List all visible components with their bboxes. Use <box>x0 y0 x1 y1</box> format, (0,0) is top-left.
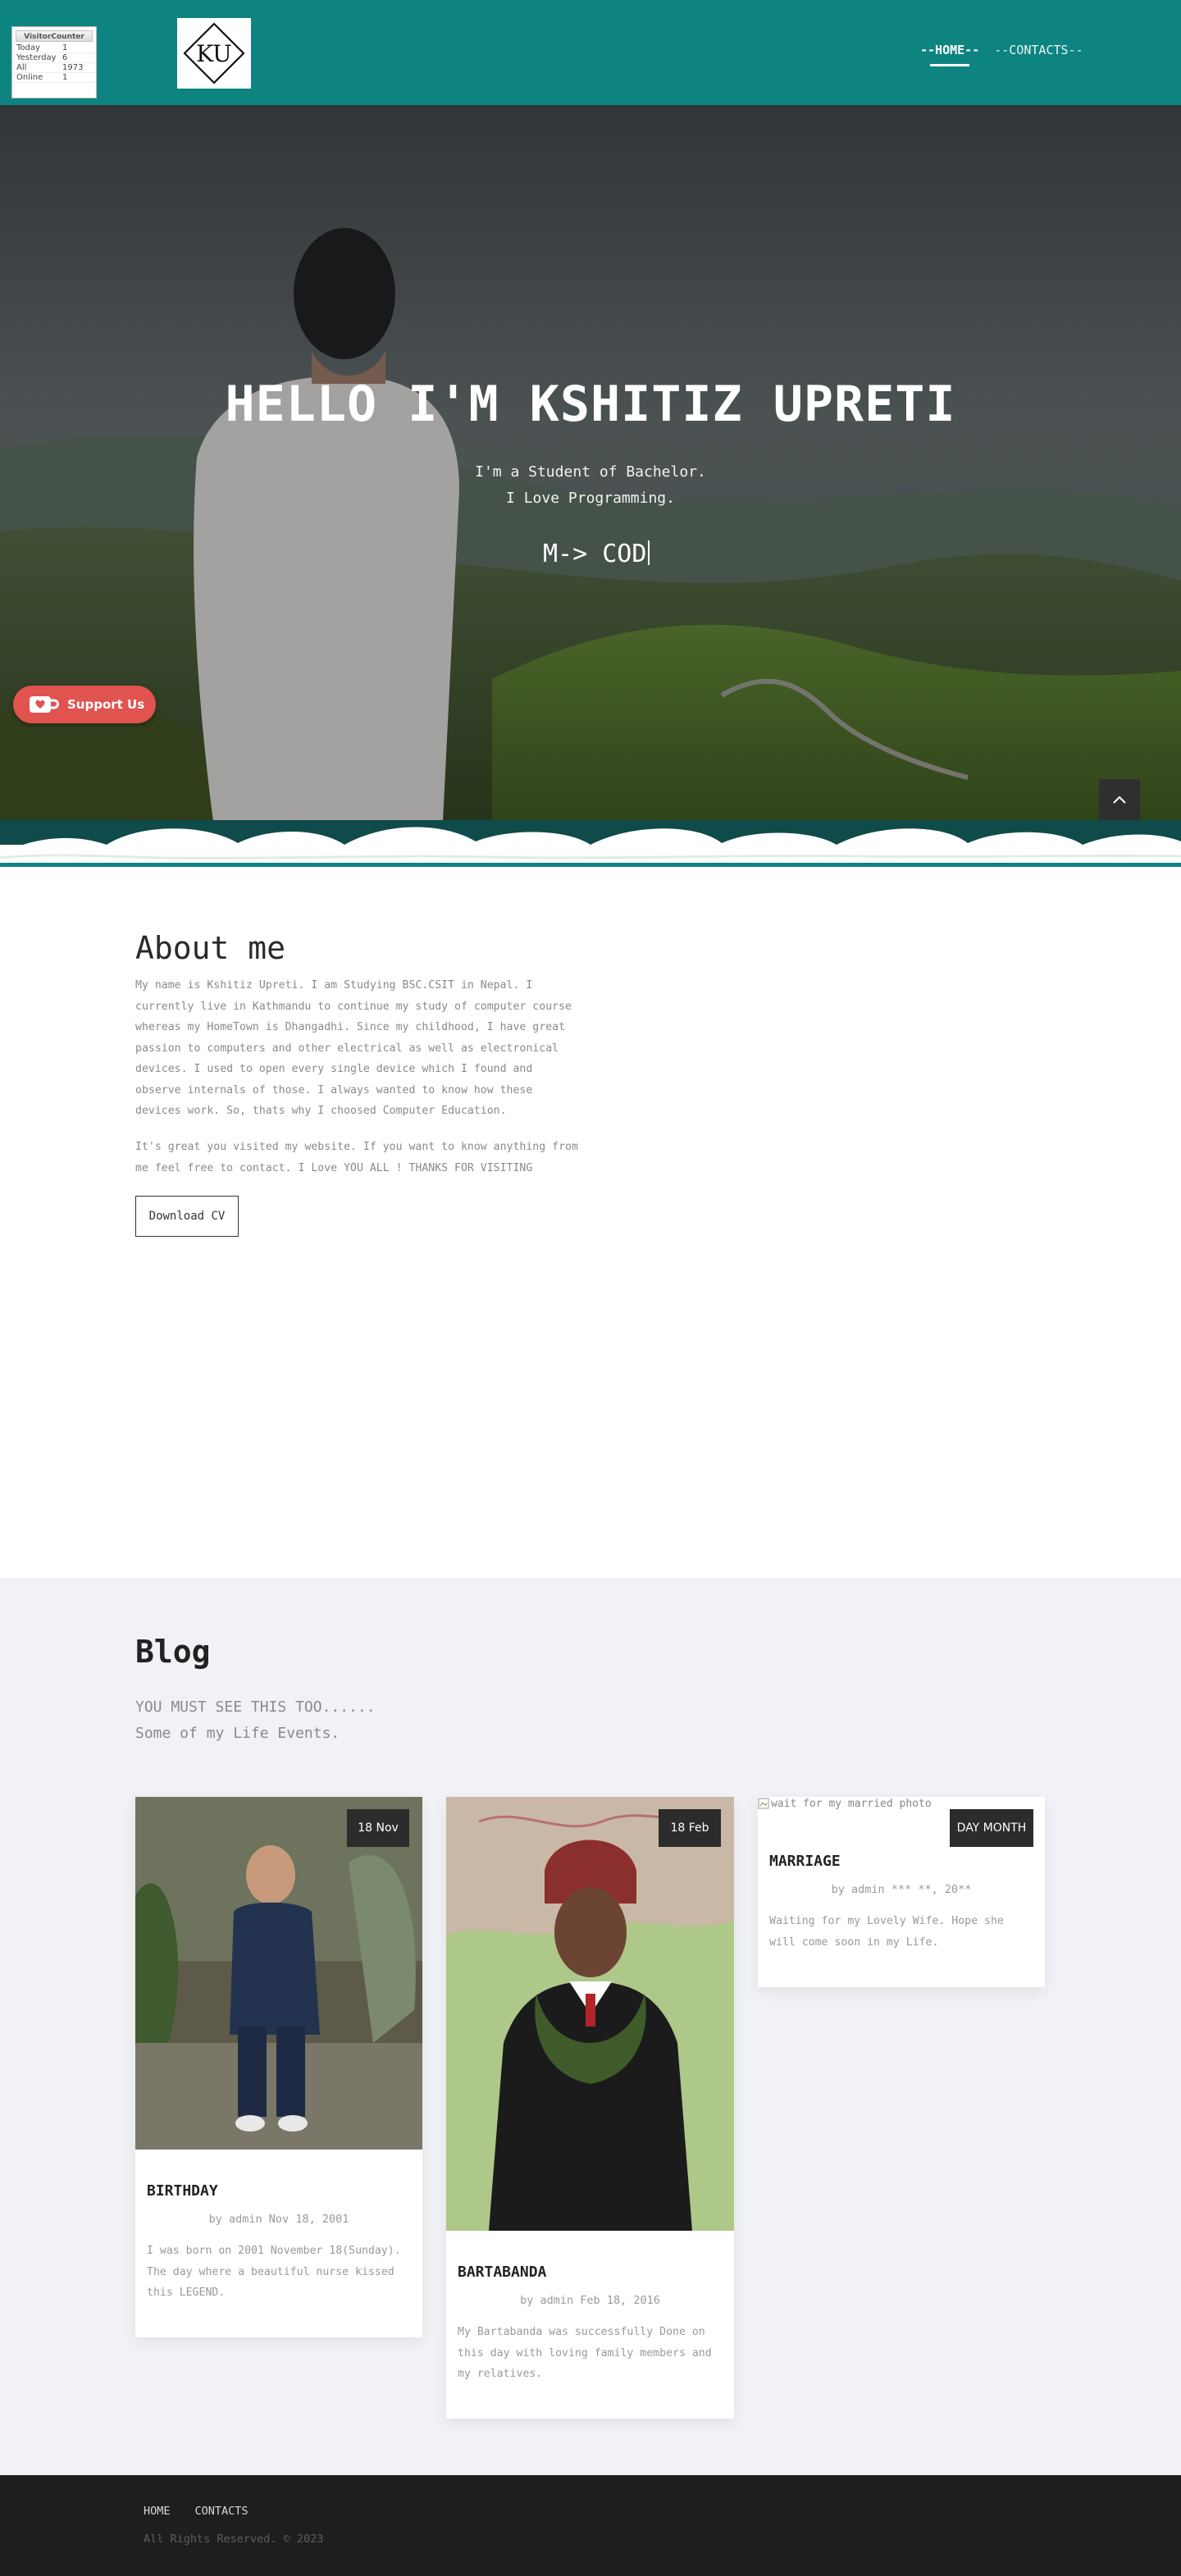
birthday-photo <box>135 1797 422 2150</box>
blog-card-birthday[interactable]: 18 Nov BIRTHDAY by admin Nov 18, 2001 I … <box>135 1797 422 2337</box>
download-cv-button[interactable]: Download CV <box>135 1196 239 1237</box>
about-paragraph-2: It's great you visited my website. If yo… <box>135 1141 578 1174</box>
hero-subtitle-line1: I'm a Student of Bachelor. <box>475 463 706 481</box>
hero-subtitle-line2: I Love Programming. <box>506 490 675 507</box>
nav-home-link[interactable]: --HOME-- <box>920 43 979 66</box>
birthday-date-badge: 18 Nov <box>347 1809 409 1847</box>
visitor-row-all: All 1973 <box>12 63 96 73</box>
site-header: VisitorCounter Today 1 Yesterday 6 All 1973… <box>0 0 1181 105</box>
broken-image-icon <box>758 1798 769 1809</box>
visitor-counter-title: VisitorCounter <box>16 30 93 42</box>
visitor-counter-widget: VisitorCounter Today 1 Yesterday 6 All 1973… <box>11 26 97 98</box>
hero-title: HELLO I'M KSHITIZ UPRETI <box>225 376 956 433</box>
birthday-title[interactable]: BIRTHDAY <box>147 2182 218 2200</box>
scroll-to-top-button[interactable] <box>1099 779 1140 820</box>
marriage-meta: by admin *** **, 20** <box>831 1883 972 1896</box>
typing-caret <box>648 540 650 565</box>
about-paragraph-1: My name is Kshitiz Upreti. I am Studying… <box>135 979 572 1117</box>
blog-subtitle-line1: YOU MUST SEE THIS TOO...... <box>135 1698 376 1716</box>
coffee-cup-icon <box>30 696 59 713</box>
blog-subtitle-line2: Some of my Life Events. <box>135 1725 340 1742</box>
hero-typewriter: M-> COD <box>543 540 650 568</box>
logo-diamond-icon: KU <box>183 22 245 84</box>
bartabanda-date-badge: 18 Feb <box>659 1809 721 1847</box>
support-us-label: Support Us <box>67 697 145 712</box>
hero-cloud-divider <box>0 820 1181 874</box>
about-title: About me <box>135 930 286 966</box>
hero-subtitle: I'm a Student of Bachelor. I Love Progra… <box>0 459 1181 512</box>
about-section: About me My name is Kshitiz Upreti. I am… <box>0 874 1181 1578</box>
bartabanda-title[interactable]: BARTABANDA <box>458 2264 546 2281</box>
blog-card-bartabanda[interactable]: 18 Feb BARTABANDA by admin Feb 18, 2016 … <box>446 1797 734 2419</box>
nav-contacts-link[interactable]: --CONTACTS-- <box>994 43 1083 57</box>
birthday-body: I was born on 2001 November 18(Sunday). … <box>147 2245 401 2299</box>
marriage-date-badge: DAY MONTH <box>950 1809 1033 1847</box>
marriage-body: Waiting for my Lovely Wife. Hope she wil… <box>769 1915 1004 1949</box>
blog-subtitle: YOU MUST SEE THIS TOO...... Some of my L… <box>135 1694 376 1747</box>
hero-section: HELLO I'M KSHITIZ UPRETI I'm a Student o… <box>0 105 1181 822</box>
visitor-row-yesterday: Yesterday 6 <box>12 53 96 63</box>
hero-typed-text: M-> COD <box>543 540 647 568</box>
svg-text:KU: KU <box>196 40 232 67</box>
chevron-up-icon <box>1113 796 1126 804</box>
main-nav: --HOME-- --CONTACTS-- <box>920 43 1083 66</box>
marriage-broken-image: wait for my married photo <box>758 1797 932 1810</box>
visitor-row-online: Online 1 <box>12 73 96 83</box>
footer-copyright: All Rights Reserved. © 2023 <box>144 2533 324 2546</box>
marriage-title[interactable]: MARRIAGE <box>769 1853 841 1870</box>
footer-nav: HOME CONTACTS <box>144 2505 249 2518</box>
footer-home-link[interactable]: HOME <box>144 2505 171 2518</box>
support-us-button[interactable]: Support Us <box>13 686 156 723</box>
footer-contacts-link[interactable]: CONTACTS <box>195 2505 249 2518</box>
site-logo[interactable]: KU <box>177 18 251 89</box>
visitor-row-today: Today 1 <box>12 43 96 53</box>
bartabanda-photo <box>446 1797 734 2231</box>
blog-card-marriage[interactable]: wait for my married photo DAY MONTH MARR… <box>758 1797 1045 1987</box>
blog-section: Blog YOU MUST SEE THIS TOO...... Some of… <box>0 1578 1181 2475</box>
bartabanda-meta: by admin Feb 18, 2016 <box>520 2294 660 2307</box>
birthday-meta: by admin Nov 18, 2001 <box>208 2213 349 2226</box>
marriage-image-alt: wait for my married photo <box>771 1797 932 1810</box>
blog-title: Blog <box>135 1634 211 1670</box>
bartabanda-body: My Bartabanda was successfully Done on t… <box>458 2326 712 2380</box>
site-footer: HOME CONTACTS All Rights Reserved. © 202… <box>0 2475 1181 2576</box>
